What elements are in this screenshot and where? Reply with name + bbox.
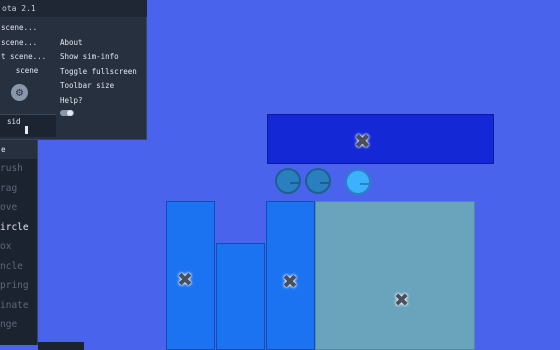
- tool-move[interactable]: ove: [0, 198, 37, 218]
- menu-item-about[interactable]: About: [58, 36, 146, 51]
- size-slider[interactable]: sid: [0, 114, 56, 137]
- fixed-joint-cross-icon[interactable]: ✖: [394, 292, 409, 310]
- circle-ball-1[interactable]: [275, 168, 301, 194]
- circle-ball-2[interactable]: [305, 168, 331, 194]
- toolbox-header: e: [0, 140, 37, 159]
- fixed-joint-cross-icon[interactable]: ✖: [282, 273, 298, 292]
- menu-item-show-sim-info[interactable]: Show sim-info: [58, 50, 146, 65]
- tool-circle[interactable]: ircle: [0, 218, 37, 238]
- menu-item-help[interactable]: Help?: [58, 94, 146, 109]
- menu-item-scene-2[interactable]: scene...: [0, 36, 55, 51]
- teal-block[interactable]: [315, 201, 475, 350]
- tool-brush[interactable]: rush: [0, 159, 37, 179]
- main-menu-panel: ota 2.1 scene... scene... t scene... sce…: [0, 0, 147, 140]
- circle-ball-3[interactable]: [345, 169, 371, 195]
- tool-drag[interactable]: rag: [0, 179, 37, 199]
- menu-item-highlight[interactable]: [58, 21, 146, 36]
- dark-blue-plank[interactable]: [267, 114, 494, 164]
- gear-icon[interactable]: ⚙: [11, 84, 28, 101]
- bottom-panel-edge: [38, 342, 84, 350]
- tool-box[interactable]: ox: [0, 237, 37, 257]
- fixed-joint-cross-icon[interactable]: ✖: [354, 131, 371, 151]
- menu-item-toggle-fullscreen[interactable]: Toggle fullscreen: [58, 65, 146, 80]
- tool-angle[interactable]: ncle: [0, 257, 37, 277]
- menu-item-scene-1[interactable]: scene...: [0, 21, 55, 36]
- tool-rotate[interactable]: inate: [0, 296, 37, 316]
- scene-menu-column: scene... scene... t scene...: [0, 21, 55, 65]
- menu-item-toolbar-size[interactable]: Toolbar size: [58, 79, 146, 94]
- toggle-icon[interactable]: [58, 108, 146, 123]
- fixed-joint-cross-icon[interactable]: ✖: [177, 271, 193, 290]
- slider-handle[interactable]: [25, 126, 28, 134]
- scene-label: scene: [15, 66, 39, 75]
- slider-label: sid: [7, 117, 21, 126]
- blue-pillar-2[interactable]: [216, 243, 265, 350]
- tool-spring[interactable]: pring: [0, 276, 37, 296]
- menu-item-scene-3[interactable]: t scene...: [0, 50, 55, 65]
- toolbox: e rush rag ove ircle ox ncle pring inate…: [0, 140, 38, 345]
- help-menu-column: About Show sim-info Toggle fullscreen To…: [58, 21, 146, 123]
- tool-hinge[interactable]: nge: [0, 315, 37, 335]
- window-title: ota 2.1: [0, 0, 147, 17]
